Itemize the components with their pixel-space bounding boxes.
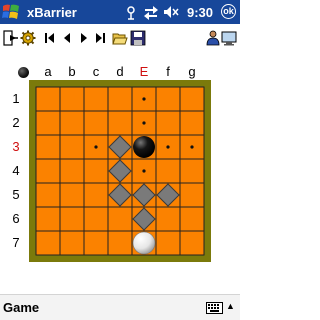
keyboard-icon[interactable] <box>206 302 223 314</box>
column-label-c: c <box>92 64 100 79</box>
input-panel-caret[interactable]: ▲ <box>226 301 235 311</box>
board-cell-g5[interactable] <box>179 182 205 208</box>
move-hint-f3[interactable] <box>166 145 170 149</box>
next-move-icon[interactable] <box>76 30 92 46</box>
exit-icon[interactable] <box>3 30 19 46</box>
board-cell-d7[interactable] <box>107 230 133 256</box>
game-menu[interactable]: Game <box>3 300 39 315</box>
board-cell-g6[interactable] <box>179 206 205 232</box>
board-cell-d1[interactable] <box>107 86 133 112</box>
move-hint-g3[interactable] <box>190 145 194 149</box>
windows-start-icon[interactable] <box>2 3 20 21</box>
row-label-1: 1 <box>12 91 20 106</box>
black-stone[interactable] <box>133 136 155 158</box>
players-icon[interactable] <box>205 30 221 46</box>
save-disk-icon[interactable] <box>130 30 146 46</box>
board-cell-c2[interactable] <box>83 110 109 136</box>
board-cell-f2[interactable] <box>155 110 181 136</box>
open-folder-icon[interactable] <box>112 30 128 46</box>
board-cell-b3[interactable] <box>59 134 85 160</box>
clock[interactable]: 9:30 <box>187 5 213 20</box>
board-cell-b4[interactable] <box>59 158 85 184</box>
menu-bar: Game ▲ <box>0 294 240 320</box>
volume-icon[interactable] <box>163 4 179 20</box>
board-cell-d2[interactable] <box>107 110 133 136</box>
move-hint-c3[interactable] <box>94 145 98 149</box>
first-move-icon[interactable] <box>42 30 58 46</box>
connectivity-icon[interactable] <box>123 4 139 20</box>
title-bar: xBarrier 9:30 ok <box>0 0 240 24</box>
board-cell-b6[interactable] <box>59 206 85 232</box>
settings-gear-icon[interactable] <box>20 30 36 46</box>
board-cell-g1[interactable] <box>179 86 205 112</box>
board-cell-a7[interactable] <box>35 230 61 256</box>
board-cell-a2[interactable] <box>35 110 61 136</box>
board-cell-a5[interactable] <box>35 182 61 208</box>
move-hint-e1[interactable] <box>142 97 146 101</box>
board-cell-c6[interactable] <box>83 206 109 232</box>
board-cell-c4[interactable] <box>83 158 109 184</box>
board-cell-c5[interactable] <box>83 182 109 208</box>
board-cell-b7[interactable] <box>59 230 85 256</box>
app-title: xBarrier <box>27 5 77 20</box>
board-cell-d6[interactable] <box>107 206 133 232</box>
board-cell-c1[interactable] <box>83 86 109 112</box>
screen-icon[interactable] <box>221 30 237 46</box>
ok-close-button[interactable]: ok <box>221 4 236 19</box>
row-label-5: 5 <box>12 187 20 202</box>
column-label-a: a <box>44 64 52 79</box>
board-cell-b1[interactable] <box>59 86 85 112</box>
column-label-f: f <box>166 64 170 79</box>
board-cell-g2[interactable] <box>179 110 205 136</box>
board-cell-c7[interactable] <box>83 230 109 256</box>
row-label-7: 7 <box>12 235 20 250</box>
board-cell-a1[interactable] <box>35 86 61 112</box>
column-label-d: d <box>116 64 124 79</box>
white-stone[interactable] <box>132 231 156 255</box>
board-cell-a4[interactable] <box>35 158 61 184</box>
sync-arrows-icon[interactable] <box>143 4 159 20</box>
last-move-icon[interactable] <box>92 30 108 46</box>
row-label-6: 6 <box>12 211 20 226</box>
board-cell-g7[interactable] <box>179 230 205 256</box>
board-cell-b2[interactable] <box>59 110 85 136</box>
move-hint-e2[interactable] <box>142 121 146 125</box>
row-label-3: 3 <box>12 139 20 154</box>
move-hint-e4[interactable] <box>142 169 146 173</box>
board-cell-a6[interactable] <box>35 206 61 232</box>
row-label-4: 4 <box>12 163 20 178</box>
board-cell-f7[interactable] <box>155 230 181 256</box>
board-cell-g4[interactable] <box>179 158 205 184</box>
column-label-g: g <box>188 64 196 79</box>
board-cell-f6[interactable] <box>155 206 181 232</box>
current-player-indicator <box>18 67 29 78</box>
column-label-e: E <box>139 64 149 79</box>
board-cell-a3[interactable] <box>35 134 61 160</box>
game-board[interactable] <box>29 80 211 262</box>
board-cell-f4[interactable] <box>155 158 181 184</box>
board-cell-f1[interactable] <box>155 86 181 112</box>
board-cell-b5[interactable] <box>59 182 85 208</box>
row-label-2: 2 <box>12 115 20 130</box>
column-label-b: b <box>68 64 76 79</box>
previous-move-icon[interactable] <box>59 30 75 46</box>
